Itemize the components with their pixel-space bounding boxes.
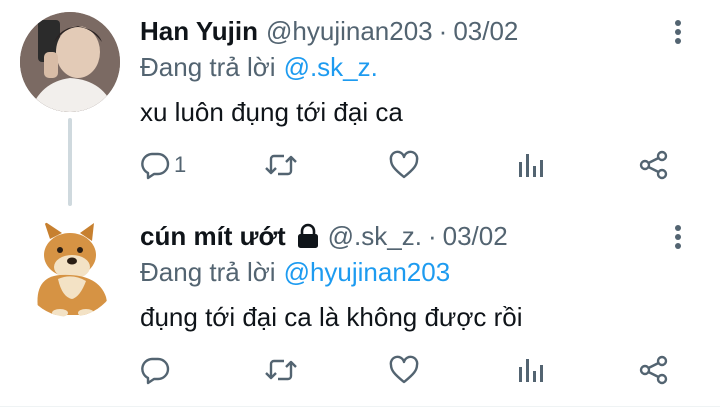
tweet-text: đụng tới đại ca là không được rồi [140,302,523,332]
tweet-date[interactable]: 03/02 [453,14,518,48]
like-button[interactable] [388,350,420,390]
retweet-button[interactable] [264,145,298,185]
retweet-icon [265,154,297,176]
stats-icon [519,359,543,382]
reply-count: 1 [174,152,187,177]
reply-icon [141,357,170,385]
tweet[interactable]: Han Yujin @hyujinan203 · 03/02 Đang trả … [0,0,720,206]
tweet[interactable]: cún mít ướt @.sk_z. · 03/02 Đang trả lời… [0,205,720,407]
reply-button[interactable] [140,350,174,390]
avatar[interactable] [20,12,120,112]
replying-to-label: Đang trả lời [140,52,276,82]
more-icon [675,225,681,249]
like-button[interactable] [388,145,420,185]
lock-icon [296,223,320,249]
handle[interactable]: @.sk_z. [328,219,422,253]
reply-icon [141,152,170,180]
avatar[interactable] [20,217,120,317]
stats-button[interactable] [516,350,544,390]
more-button[interactable] [666,223,690,251]
action-bar [0,350,720,390]
replying-to-handle[interactable]: @.sk_z. [284,52,378,82]
replying-to-label: Đang trả lời [140,257,276,287]
separator: · [427,221,437,251]
handle[interactable]: @hyujinan203 [266,14,433,48]
stats-icon [519,154,543,177]
separator: · [438,16,448,46]
tweet-text: xu luôn đụng tới đại ca [140,97,403,127]
tweet-date[interactable]: 03/02 [443,219,508,253]
tweet-header: cún mít ướt @.sk_z. · 03/02 [140,219,508,253]
share-icon [639,355,668,385]
replying-to: Đang trả lời @.sk_z. [140,50,378,84]
more-icon [675,20,681,44]
more-button[interactable] [666,18,690,46]
reply-button[interactable]: 1 [140,145,186,185]
display-name[interactable]: Han Yujin [140,14,258,48]
retweet-icon [265,359,297,381]
replying-to-handle[interactable]: @hyujinan203 [284,257,451,287]
retweet-button[interactable] [264,350,298,390]
like-icon [389,355,419,384]
like-icon [389,150,419,179]
share-icon [639,150,668,180]
action-bar: 1 [0,145,720,185]
tweet-header: Han Yujin @hyujinan203 · 03/02 [140,14,518,48]
share-button[interactable] [638,145,670,185]
share-button[interactable] [638,350,670,390]
stats-button[interactable] [516,145,544,185]
replying-to: Đang trả lời @hyujinan203 [140,255,450,289]
display-name[interactable]: cún mít ướt [140,219,286,253]
